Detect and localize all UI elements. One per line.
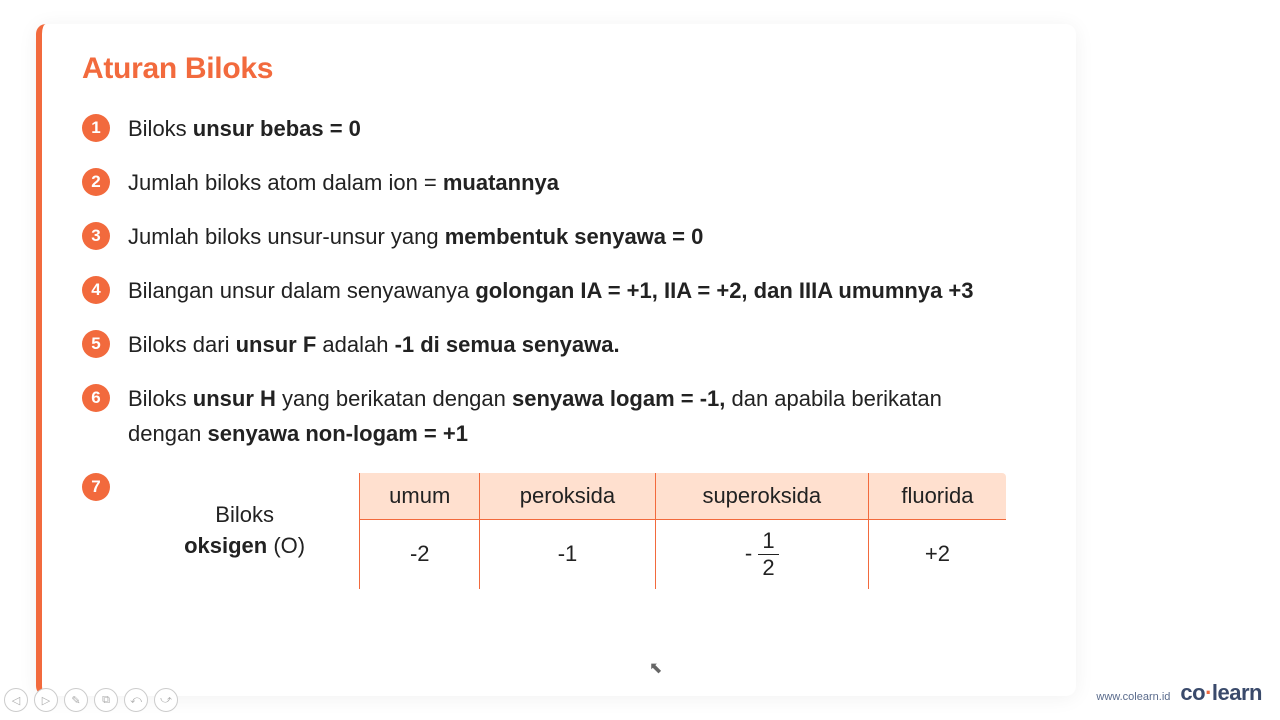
rule-item: 4 Bilangan unsur dalam senyawanya golonga… [82,274,1048,308]
rule-number: 2 [82,168,110,196]
rule-7-row: 7 Biloksoksigen (O) umum peroksida super… [82,471,1048,591]
rule-number: 5 [82,330,110,358]
footer: www.colearn.id co·learn [1096,680,1262,706]
edit-button[interactable]: ✎ [64,688,88,712]
col-peroksida: peroksida [480,472,655,520]
col-umum: umum [360,472,480,520]
val-fluorida: +2 [868,519,1007,590]
rule-number-7: 7 [82,473,110,501]
site-url: www.colearn.id [1096,691,1170,703]
prev-button[interactable]: ◁ [4,688,28,712]
rules-list: 1 Biloks unsur bebas = 0 2 Jumlah biloks at… [82,112,1048,451]
rule-item: 6 Biloks unsur H yang berikatan dengan se… [82,382,1048,450]
rule-number: 4 [82,276,110,304]
player-controls: ◁ ▷ ✎ ⧉ ⤺ ⤻ [4,688,178,712]
next-button[interactable]: ▷ [34,688,58,712]
rule-item: 2 Jumlah biloks atom dalam ion = muatanny… [82,166,1048,200]
rule-text: Biloks unsur bebas = 0 [128,112,361,146]
table-row-label: Biloksoksigen (O) [129,472,360,590]
rule-text: Biloks unsur H yang berikatan dengan sen… [128,382,1008,450]
redo-button[interactable]: ⤻ [154,688,178,712]
col-superoksida: superoksida [655,472,868,520]
rule-text: Jumlah biloks atom dalam ion = muatannya [128,166,559,200]
val-peroksida: -1 [480,519,655,590]
rule-item: 5 Biloks dari unsur F adalah -1 di semua … [82,328,1048,362]
undo-button[interactable]: ⤺ [124,688,148,712]
val-superoksida: - 12 [655,519,868,590]
rule-number: 1 [82,114,110,142]
val-umum: -2 [360,519,480,590]
rule-item: 3 Jumlah biloks unsur-unsur yang membentu… [82,220,1048,254]
rule-text: Jumlah biloks unsur-unsur yang membentuk… [128,220,703,254]
col-fluorida: fluorida [868,472,1007,520]
rule-number: 3 [82,222,110,250]
slide-title: Aturan Biloks [82,52,1048,86]
oxygen-biloks-table: Biloksoksigen (O) umum peroksida superok… [128,471,1008,591]
rule-item: 1 Biloks unsur bebas = 0 [82,112,1048,146]
slide-card: Aturan Biloks 1 Biloks unsur bebas = 0 2 Ju… [36,24,1076,696]
copy-button[interactable]: ⧉ [94,688,118,712]
rule-text: Bilangan unsur dalam senyawanya golongan… [128,274,974,308]
rule-number: 6 [82,384,110,412]
rule-text: Biloks dari unsur F adalah -1 di semua s… [128,328,620,362]
brand-logo: co·learn [1180,680,1262,706]
